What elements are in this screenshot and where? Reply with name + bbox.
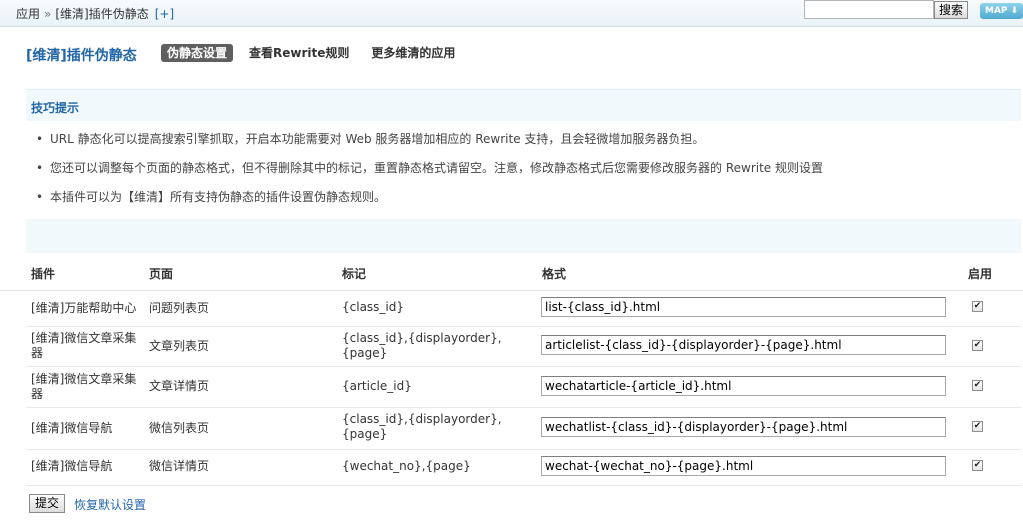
row-plugin: [维清]万能帮助中心: [31, 301, 137, 315]
enable-checkbox[interactable]: ✔: [972, 380, 983, 391]
col-page-header: 页面: [149, 267, 174, 281]
col-tags-header: 标记: [342, 267, 367, 281]
row-tags: {wechat_no},{page}: [342, 459, 471, 473]
enable-checkbox[interactable]: ✔: [972, 340, 983, 351]
row-tags: {class_id},{displayorder},{page}: [342, 331, 502, 360]
bullet-icon: •: [36, 132, 44, 146]
row-page: 文章列表页: [149, 339, 210, 353]
section-divider-band: [26, 219, 1021, 253]
top-bar: 应用 » [维清]插件伪静态 [+] 搜索 MAP ⬇: [0, 0, 1023, 27]
tip-item: • 本插件可以为【维清】所有支持伪静态的插件设置伪静态规则。: [36, 189, 823, 218]
map-button[interactable]: MAP ⬇: [980, 3, 1023, 19]
breadcrumb-separator: »: [44, 7, 52, 21]
tip-item: • 您还可以调整每个页面的静态格式，但不得删除其中的标记，重置静态格式请留空。注意…: [36, 160, 823, 189]
tip-item: • URL 静态化可以提高搜索引擎抓取，开启本功能需要对 Web 服务器增加相应的…: [36, 131, 823, 160]
tips-header: 技巧提示: [26, 89, 1021, 121]
format-input[interactable]: wechat-{wechat_no}-{page}.html: [541, 456, 946, 476]
format-input[interactable]: list-{class_id}.html: [541, 297, 946, 317]
col-plugin-header: 插件: [31, 267, 56, 281]
tab-more-apps[interactable]: 更多维清的应用: [365, 44, 461, 62]
page-title: [维清]插件伪静态: [26, 48, 137, 64]
row-tags: {class_id}: [342, 300, 405, 314]
col-enabled-header: 启用: [968, 267, 993, 281]
tip-text: 您还可以调整每个页面的静态格式，但不得删除其中的标记，重置静态格式请留空。注意，…: [50, 161, 823, 175]
row-page: 文章详情页: [149, 379, 210, 393]
row-page: 微信列表页: [149, 421, 210, 435]
search-input[interactable]: [804, 0, 934, 19]
row-plugin: [维清]微信导航: [31, 421, 113, 435]
search-button[interactable]: 搜索: [934, 1, 968, 19]
table-header: 插件 页面 标记 格式 启用: [0, 265, 1023, 291]
tips-list: • URL 静态化可以提高搜索引擎抓取，开启本功能需要对 Web 服务器增加相应的…: [36, 131, 823, 218]
format-input[interactable]: wechatlist-{class_id}-{displayorder}-{pa…: [541, 417, 946, 437]
row-tags: {class_id},{displayorder},{page}: [342, 412, 502, 441]
breadcrumb-root[interactable]: 应用: [16, 7, 40, 21]
breadcrumb: 应用 » [维清]插件伪静态 [+]: [16, 5, 174, 22]
col-format-header: 格式: [542, 267, 567, 281]
tip-text: URL 静态化可以提高搜索引擎抓取，开启本功能需要对 Web 服务器增加相应的 …: [50, 132, 705, 146]
row-tags: {article_id}: [342, 379, 412, 393]
enable-checkbox[interactable]: ✔: [972, 301, 983, 312]
enable-checkbox[interactable]: ✔: [972, 460, 983, 471]
tips-title: 技巧提示: [31, 101, 80, 115]
enable-checkbox[interactable]: ✔: [972, 421, 983, 432]
submit-button[interactable]: 提交: [29, 494, 65, 513]
row-page: 微信详情页: [149, 459, 210, 473]
row-page: 问题列表页: [149, 301, 210, 315]
breadcrumb-current: [维清]插件伪静态: [55, 7, 149, 21]
add-shortcut-link[interactable]: [+]: [155, 7, 174, 21]
bullet-icon: •: [36, 161, 44, 175]
row-plugin: [维清]微信文章采集器: [31, 331, 137, 360]
bullet-icon: •: [36, 190, 44, 204]
map-button-label: MAP: [985, 6, 1008, 16]
row-plugin: [维清]微信导航: [31, 459, 113, 473]
map-arrow-icon: ⬇: [1007, 6, 1019, 16]
format-input[interactable]: wechatarticle-{article_id}.html: [541, 376, 946, 396]
tab-view-rewrite-rules[interactable]: 查看Rewrite规则: [243, 44, 355, 62]
format-input[interactable]: articlelist-{class_id}-{displayorder}-{p…: [541, 335, 946, 355]
tip-text: 本插件可以为【维清】所有支持伪静态的插件设置伪静态规则。: [50, 190, 387, 204]
tab-rewrite-settings[interactable]: 伪静态设置: [161, 44, 234, 62]
row-plugin: [维清]微信文章采集器: [31, 372, 137, 401]
tab-bar: 伪静态设置 查看Rewrite规则 更多维清的应用: [161, 44, 461, 62]
restore-default-link[interactable]: 恢复默认设置: [74, 496, 146, 513]
